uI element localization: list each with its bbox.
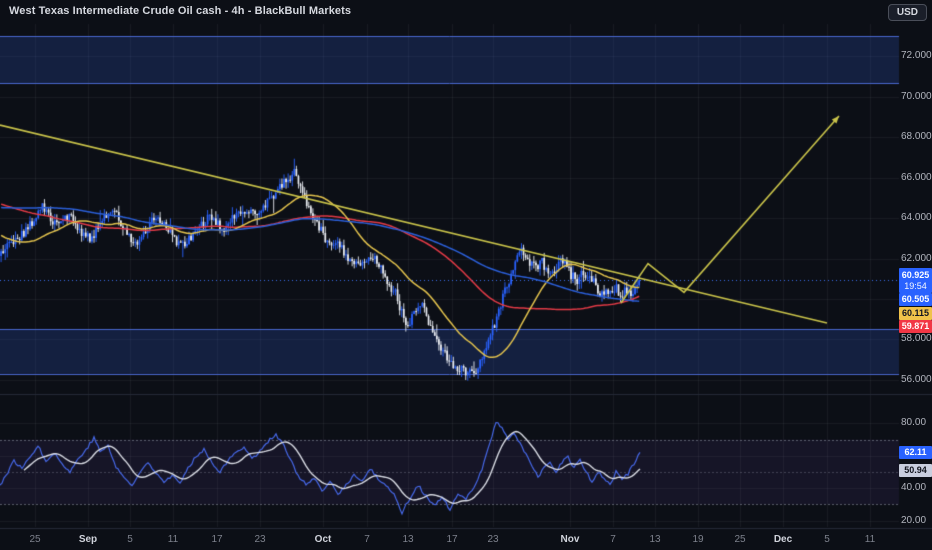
time-axis-label: 5 (824, 534, 830, 545)
price-axis-label: 72.000 (901, 50, 932, 62)
chart-canvas[interactable] (0, 0, 932, 550)
time-axis-label: 17 (211, 534, 223, 545)
time-axis-label: 7 (364, 534, 370, 545)
currency-button[interactable]: USD (887, 4, 927, 21)
rsi-signal-label: 50.94 (899, 463, 932, 477)
time-axis-label: 13 (402, 534, 414, 545)
rsi-axis-label: 20.00 (901, 514, 927, 526)
time-axis-label: Sep (78, 534, 98, 545)
ma-blue-label: 60.505 (899, 293, 932, 307)
bar-countdown: 19:54 (904, 280, 927, 291)
ma-yellow-label: 60.115 (899, 306, 932, 320)
trading-chart-app: West Texas Intermediate Crude Oil cash -… (0, 0, 932, 550)
time-axis-label: 17 (446, 534, 458, 545)
price-axis-label: 66.000 (901, 171, 932, 183)
last-price-value: 60.925 (901, 269, 930, 280)
time-axis-label: Oct (314, 534, 332, 545)
rsi-axis-label: 40.00 (901, 482, 927, 494)
price-axis-label: 70.000 (901, 90, 932, 102)
price-axis-label: 64.000 (901, 212, 932, 224)
time-axis-label: 25 (29, 534, 41, 545)
time-axis-label: Nov (560, 534, 580, 545)
time-axis-label: 23 (487, 534, 499, 545)
time-axis-label: Dec (773, 534, 793, 545)
time-axis-label: 25 (734, 534, 746, 545)
time-axis-label: 5 (127, 534, 133, 545)
time-axis-label: 11 (864, 534, 876, 545)
symbol-title[interactable]: West Texas Intermediate Crude Oil cash -… (9, 5, 351, 17)
price-axis-label: 68.000 (901, 131, 932, 143)
price-axis-label: 58.000 (901, 333, 932, 345)
time-axis-label: 13 (649, 534, 661, 545)
time-axis-label: 23 (254, 534, 266, 545)
last-price-label: 60.925 19:54 (899, 267, 932, 293)
time-axis-label: 7 (610, 534, 616, 545)
rsi-axis-label: 80.00 (901, 417, 927, 429)
rsi-value-label: 62.11 (899, 445, 932, 459)
price-axis-label: 62.000 (901, 252, 932, 264)
ma-red-label: 59.871 (899, 320, 932, 334)
price-axis-label: 56.000 (901, 373, 932, 385)
time-axis-label: 11 (167, 534, 179, 545)
time-axis-label: 19 (692, 534, 704, 545)
